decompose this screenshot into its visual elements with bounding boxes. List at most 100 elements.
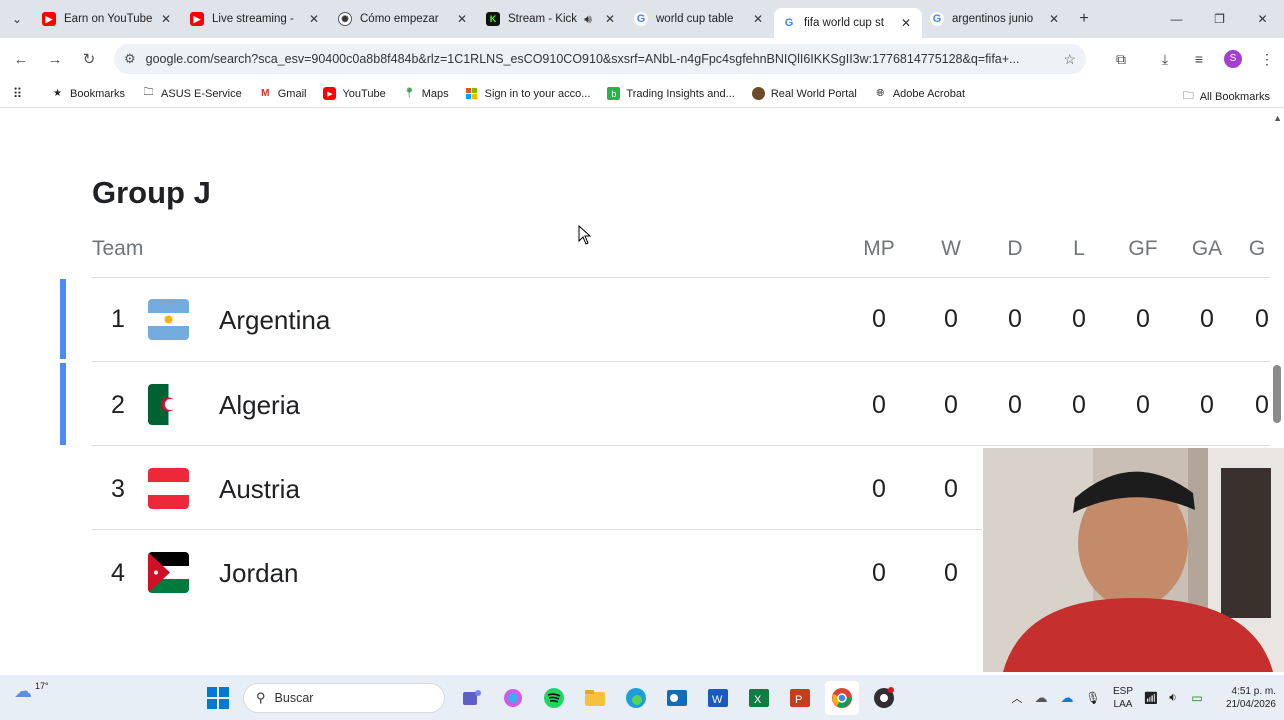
bookmark-item[interactable]: 🌐︎ Adobe Acrobat — [874, 87, 965, 100]
bookmark-item[interactable]: 🗀 ASUS E-Service — [142, 87, 242, 100]
audio-icon[interactable]: 🔊︎ — [580, 12, 596, 27]
reload-icon[interactable]: ↻ — [72, 50, 106, 68]
tab-live-streaming[interactable]: ▶ Live streaming - ✕ — [182, 4, 330, 34]
trading-icon: b — [607, 87, 621, 100]
team-name[interactable]: Austria — [219, 474, 300, 505]
cloud-sync-icon[interactable]: ☁ — [1054, 690, 1080, 706]
scroll-up-arrow-icon[interactable]: ▲ — [1273, 113, 1282, 123]
bookmark-label: Real World Portal — [770, 87, 857, 100]
microsoft-icon — [466, 87, 479, 100]
tab-argentinos-juniors[interactable]: G argentinos junio ✕ — [922, 4, 1070, 34]
powerpoint-icon[interactable]: P — [783, 681, 817, 715]
windows-start-icon[interactable] — [201, 681, 235, 715]
team-name[interactable]: Argentina — [219, 305, 330, 336]
cell-d: 0 — [1008, 391, 1022, 419]
edge-icon[interactable] — [619, 681, 653, 715]
copilot-icon[interactable] — [496, 681, 530, 715]
forward-arrow-icon[interactable]: → — [38, 51, 72, 68]
media-control-icon[interactable]: ≡ — [1182, 51, 1216, 67]
cell-mp: 0 — [872, 305, 886, 333]
weather-widget[interactable]: ☁ 17° — [14, 681, 49, 702]
tab-search-chevron-icon[interactable]: ⌄ — [0, 0, 34, 38]
close-icon[interactable]: ✕ — [750, 12, 766, 26]
table-row[interactable]: 2 Algeria 0 0 0 0 0 0 0 — [92, 362, 1284, 446]
battery-icon[interactable]: ▭ — [1184, 691, 1210, 705]
menu-kebab-icon[interactable]: ⋮ — [1250, 51, 1284, 68]
system-tray: ︿ ☁ ☁ 🎙︎ ESP LAA 📶︎ 🔉︎ ▭ 4:51 p. m. 21/0… — [1006, 675, 1284, 720]
windows-taskbar: ☁ 17° ⚲ Buscar W X P ︿ ☁ ☁ 🎙︎ ESP LAA 📶︎… — [0, 675, 1284, 720]
bookmark-item[interactable]: ▶ YouTube — [323, 87, 386, 100]
close-window-icon[interactable]: ✕ — [1241, 0, 1284, 38]
bookmark-star-icon[interactable]: ☆ — [1063, 51, 1076, 68]
taskbar-search[interactable]: ⚲ Buscar — [243, 683, 445, 713]
tab-kick-stream[interactable]: K Stream - Kick 🔊︎ ✕ — [478, 4, 626, 34]
spotify-icon[interactable] — [537, 681, 571, 715]
back-arrow-icon[interactable]: ← — [4, 51, 38, 68]
close-icon[interactable]: ✕ — [454, 12, 470, 26]
team-name[interactable]: Jordan — [219, 558, 299, 589]
microphone-icon[interactable]: 🎙︎ — [1080, 691, 1106, 705]
jordan-flag-icon — [148, 552, 189, 593]
close-icon[interactable]: ✕ — [898, 16, 914, 30]
tab-title: Live streaming - — [212, 13, 294, 25]
tab-world-cup-table[interactable]: G world cup table ✕ — [626, 4, 774, 34]
lang-code: ESP — [1112, 685, 1133, 697]
obs-icon[interactable] — [867, 681, 901, 715]
close-icon[interactable]: ✕ — [158, 12, 174, 26]
site-info-icon[interactable]: ⚙ — [124, 51, 136, 67]
header-d: D — [1007, 237, 1023, 260]
cell-l: 0 — [1072, 391, 1086, 419]
all-bookmarks-button[interactable]: 🗀 All Bookmarks — [1183, 87, 1270, 106]
svg-text:W: W — [712, 694, 723, 706]
tab-fifa-world-cup[interactable]: G fifa world cup st ✕ — [774, 8, 922, 38]
cell-w: 0 — [944, 559, 958, 587]
excel-icon[interactable]: X — [742, 681, 776, 715]
bookmark-item[interactable]: ★ Bookmarks — [51, 87, 125, 100]
download-icon[interactable]: ⤓ — [1148, 51, 1182, 68]
restore-icon[interactable]: ❐ — [1198, 0, 1241, 38]
bookmark-item[interactable]: Sign in to your acco... — [466, 87, 590, 100]
close-icon[interactable]: ✕ — [1046, 12, 1062, 26]
cell-ga: 0 — [1200, 391, 1214, 419]
word-icon[interactable]: W — [701, 681, 735, 715]
all-bookmarks-label: All Bookmarks — [1199, 90, 1270, 103]
bookmark-item[interactable]: b Trading Insights and... — [607, 87, 735, 100]
qualification-bar — [60, 279, 66, 359]
address-bar[interactable]: ⚙ google.com/search?sca_esv=90400c0a8b8f… — [114, 44, 1086, 74]
close-icon[interactable]: ✕ — [306, 12, 322, 26]
extensions-icon[interactable]: ⧉ — [1104, 51, 1138, 68]
close-icon[interactable]: ✕ — [602, 12, 618, 26]
table-header: Team MP W D L GF GA G — [92, 232, 1284, 278]
clock[interactable]: 4:51 p. m. 21/04/2026 — [1210, 685, 1276, 711]
wifi-icon[interactable]: 📶︎ — [1140, 691, 1162, 705]
scrollbar-thumb[interactable] — [1273, 365, 1281, 423]
language-indicator[interactable]: ESP LAA — [1106, 685, 1140, 711]
chrome-icon[interactable] — [825, 681, 859, 715]
tab-como-empezar[interactable]: ✺ Cómo empezar ✕ — [330, 4, 478, 34]
volume-icon[interactable]: 🔉︎ — [1162, 690, 1184, 705]
tab-title: Stream - Kick — [508, 13, 578, 25]
webcam-video-image — [983, 448, 1284, 672]
file-explorer-icon[interactable] — [578, 681, 612, 715]
onedrive-icon[interactable]: ☁ — [1028, 690, 1054, 706]
team-name[interactable]: Algeria — [219, 390, 300, 421]
tab-earn-on-youtube[interactable]: ▶ Earn on YouTube ✕ — [34, 4, 182, 34]
window-controls: — ❐ ✕ — [1155, 0, 1284, 38]
minimize-icon[interactable]: — — [1155, 0, 1198, 38]
chevron-up-icon[interactable]: ︿ — [1006, 690, 1028, 706]
outlook-icon[interactable] — [660, 681, 694, 715]
url-text[interactable]: google.com/search?sca_esv=90400c0a8b8f48… — [146, 52, 1064, 66]
new-tab-button[interactable]: + — [1070, 10, 1098, 28]
apps-grid-icon[interactable]: ⠿ — [11, 86, 30, 101]
bookmark-label: YouTube — [342, 87, 386, 100]
table-row[interactable]: 1 Argentina 0 0 0 0 0 0 0 — [92, 278, 1284, 362]
bookmark-item[interactable]: M Gmail — [259, 87, 306, 100]
google-icon: G — [634, 12, 648, 26]
profile-avatar[interactable]: S — [1224, 50, 1242, 68]
teams-icon[interactable] — [455, 681, 489, 715]
google-icon: G — [930, 12, 944, 26]
row-rank: 1 — [111, 305, 125, 333]
bookmark-item[interactable]: Real World Portal — [751, 87, 857, 100]
bookmark-item[interactable]: 📍︎ Maps — [403, 87, 449, 100]
row-rank: 3 — [111, 475, 125, 503]
